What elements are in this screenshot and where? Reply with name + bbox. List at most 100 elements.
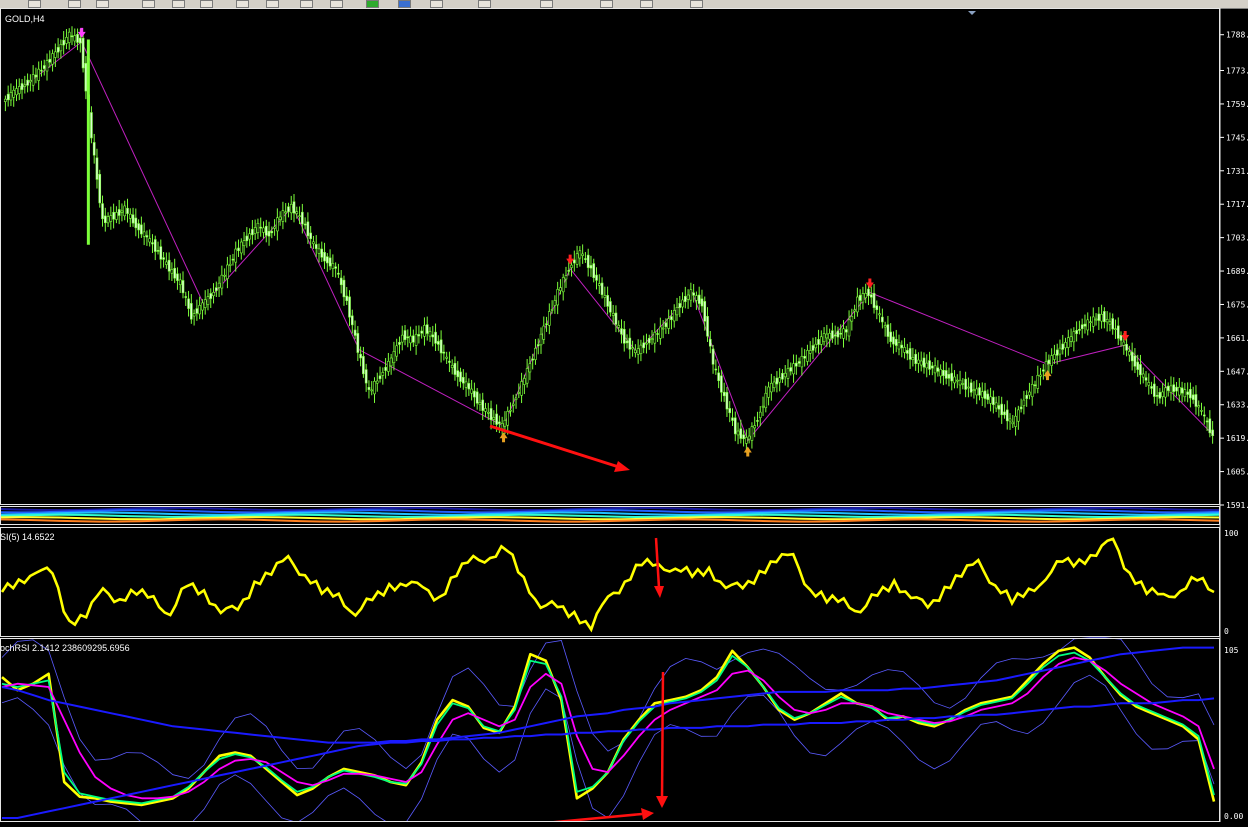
candle-body xyxy=(237,247,240,252)
toolbar-button[interactable] xyxy=(300,0,313,8)
candle-body xyxy=(406,336,410,339)
candle-body xyxy=(595,274,598,281)
candle-body xyxy=(864,293,868,299)
toolbar-button[interactable] xyxy=(68,0,81,8)
candle-body xyxy=(37,68,40,81)
candle-body xyxy=(131,214,135,224)
candle-body xyxy=(414,333,418,346)
candle-body xyxy=(165,261,168,265)
toolbar-button[interactable] xyxy=(266,0,279,8)
si-panel[interactable]: 100 0 xyxy=(0,529,1239,636)
candle-body xyxy=(445,356,448,359)
toolbar-button[interactable] xyxy=(430,0,443,8)
candle-body xyxy=(145,235,149,238)
toolbar-button[interactable] xyxy=(690,0,703,8)
candle-body xyxy=(911,357,915,360)
candle-body xyxy=(753,425,756,429)
price-panel[interactable]: 1788. 1773. 1759. 1745. 1731. 1717. 1703. 1689.… xyxy=(3,26,1248,510)
toolbar-button[interactable] xyxy=(96,0,109,8)
candle-body xyxy=(725,392,729,410)
toolbar-button[interactable] xyxy=(330,0,343,8)
si-indicator-title: SI(5) 14.6522 xyxy=(0,532,55,542)
candle-body xyxy=(980,391,984,398)
candle-body xyxy=(767,386,770,398)
candle-body xyxy=(656,333,659,335)
toolbar-button[interactable] xyxy=(478,0,491,8)
candle-body xyxy=(98,174,102,204)
candle-body xyxy=(684,296,687,302)
candle-body xyxy=(1175,386,1178,392)
candle-body xyxy=(1189,389,1192,399)
candle-body xyxy=(209,293,213,299)
candle-body xyxy=(1205,420,1209,423)
candle-body xyxy=(486,411,490,414)
candle-body xyxy=(556,289,559,306)
down-arrow-icon xyxy=(1121,331,1130,342)
y-tick-label: 0 xyxy=(1224,627,1229,636)
candle-body xyxy=(686,294,690,300)
candle-body xyxy=(639,344,643,354)
stochrsi-panel[interactable]: 105 0.00 xyxy=(1,637,1243,827)
candle-body xyxy=(1147,382,1151,386)
candle-body xyxy=(606,295,609,307)
toolbar-button[interactable] xyxy=(540,0,553,8)
candle-body xyxy=(62,39,65,46)
candle-body xyxy=(536,344,540,347)
candle-body xyxy=(65,37,68,44)
candle-body xyxy=(79,37,82,44)
candle-body xyxy=(545,323,548,325)
candle-body xyxy=(462,377,465,384)
candle-body xyxy=(961,383,965,385)
chart-canvas[interactable]: 1788. 1773. 1759. 1745. 1731. 1717. 1703. 1689.… xyxy=(0,8,1248,827)
candle-body xyxy=(1042,369,1045,372)
candle-body xyxy=(481,399,485,411)
candle-body xyxy=(964,378,967,390)
candle-body xyxy=(747,435,751,440)
globe-icon[interactable] xyxy=(398,0,411,8)
candle-body xyxy=(362,356,365,375)
candle-body xyxy=(495,413,498,425)
candle-body xyxy=(420,330,423,334)
candle-body xyxy=(1197,405,1201,408)
candle-body xyxy=(614,312,618,325)
candle-body xyxy=(814,343,818,349)
candle-body xyxy=(203,299,207,308)
candle-body xyxy=(1011,421,1015,425)
candle-body xyxy=(173,267,176,279)
candle-body xyxy=(931,365,934,369)
candle-body xyxy=(817,339,820,345)
candle-body xyxy=(778,377,781,383)
candle-body xyxy=(267,230,271,237)
candle-body xyxy=(242,240,246,247)
candle-body xyxy=(678,303,682,308)
candle-body xyxy=(95,157,99,180)
candle-body xyxy=(842,328,845,339)
candle-body xyxy=(628,337,632,350)
candle-body xyxy=(412,335,415,343)
toolbar-button[interactable] xyxy=(600,0,613,8)
up-arrow-icon xyxy=(743,446,752,457)
y-tick-label: 1703. xyxy=(1226,234,1248,243)
candle-body xyxy=(1158,392,1162,399)
candle-body xyxy=(120,210,124,213)
candle-body xyxy=(700,298,704,307)
candle-body xyxy=(312,241,315,245)
candle-body xyxy=(342,279,346,298)
candle-body xyxy=(573,259,576,264)
toolbar-button[interactable] xyxy=(200,0,213,8)
candle-body xyxy=(384,366,387,371)
chart-window[interactable]: 1788. 1773. 1759. 1745. 1731. 1717. 1703. 1689.… xyxy=(0,8,1248,827)
candle-body xyxy=(1097,313,1101,321)
add-icon[interactable] xyxy=(366,0,379,8)
y-tick-label: 1647. xyxy=(1226,367,1248,376)
candle-body xyxy=(1014,415,1017,427)
toolbar-button[interactable] xyxy=(172,0,185,8)
toolbar-button[interactable] xyxy=(142,0,155,8)
toolbar-button[interactable] xyxy=(28,0,41,8)
candle-body xyxy=(603,295,607,298)
toolbar-button[interactable] xyxy=(640,0,653,8)
toolbar-button[interactable] xyxy=(236,0,249,8)
candle-body xyxy=(783,372,787,378)
candle-body xyxy=(875,305,879,311)
candle-body xyxy=(409,335,412,344)
